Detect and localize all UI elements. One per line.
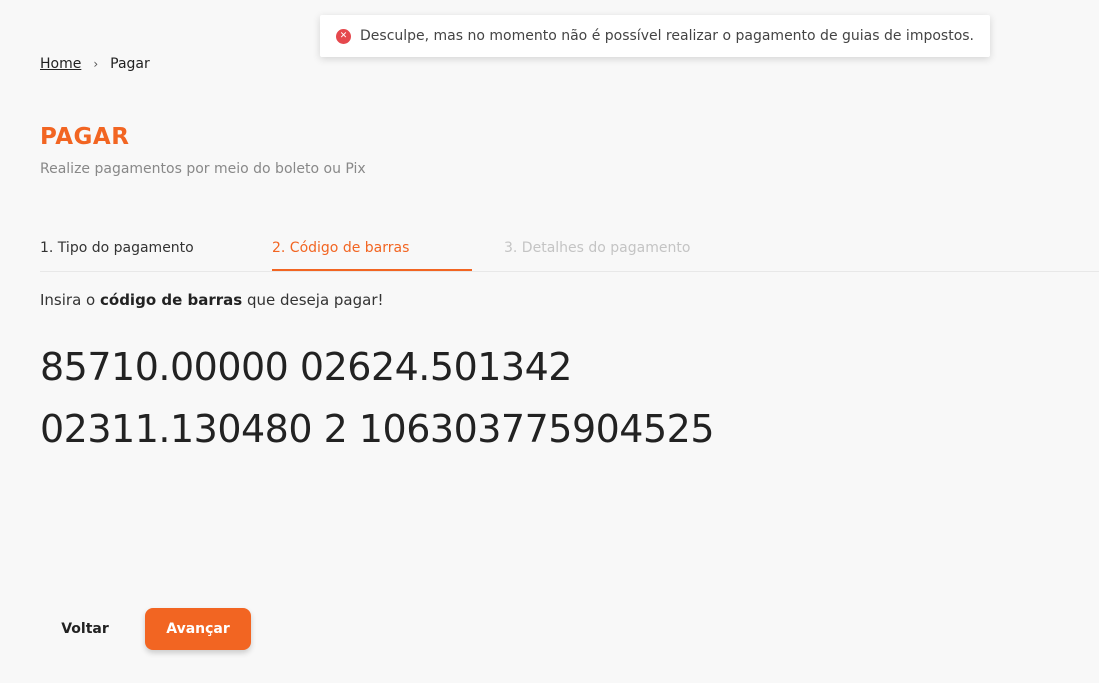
payment-page: ✕ Desculpe, mas no momento não é possíve… — [0, 0, 1099, 683]
instruction-text: Insira o código de barras que deseja pag… — [40, 291, 384, 309]
error-icon: ✕ — [336, 28, 351, 44]
page-subtitle: Realize pagamentos por meio do boleto ou… — [40, 161, 366, 177]
stepper: 1. Tipo do pagamento 2. Código de barras… — [40, 228, 1099, 272]
chevron-right-icon: › — [93, 57, 99, 71]
barcode-input[interactable]: 85710.00000 02624.501342 02311.130480 2 … — [40, 336, 715, 460]
step-barcode[interactable]: 2. Código de barras — [272, 240, 409, 256]
breadcrumb: Home › Pagar — [40, 56, 150, 72]
instruction-prefix: Insira o — [40, 291, 100, 309]
barcode-line-2: 02311.130480 2 106303775904525 — [40, 407, 715, 451]
page-title: PAGAR — [40, 124, 130, 150]
step-payment-details: 3. Detalhes do pagamento — [504, 240, 691, 256]
next-button[interactable]: Avançar — [145, 608, 251, 650]
back-button[interactable]: Voltar — [40, 608, 130, 650]
breadcrumb-home-link[interactable]: Home — [40, 56, 81, 72]
barcode-line-1: 85710.00000 02624.501342 — [40, 345, 572, 389]
breadcrumb-current: Pagar — [110, 56, 150, 72]
instruction-suffix: que deseja pagar! — [242, 291, 384, 309]
active-step-indicator — [272, 269, 472, 271]
toast-message: Desculpe, mas no momento não é possível … — [360, 28, 975, 44]
error-toast: ✕ Desculpe, mas no momento não é possíve… — [320, 15, 990, 57]
step-payment-type[interactable]: 1. Tipo do pagamento — [40, 240, 194, 256]
instruction-bold: código de barras — [100, 291, 243, 309]
